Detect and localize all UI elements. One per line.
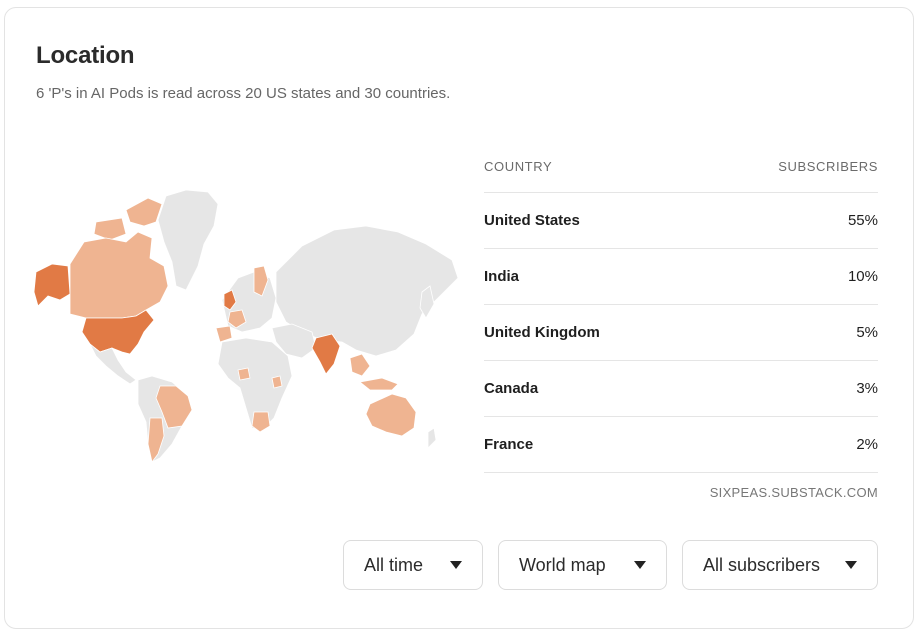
subscriber-share: 10% — [847, 268, 878, 285]
country-name: United Kingdom — [484, 324, 600, 341]
audience-dropdown[interactable]: All subscribers — [682, 540, 878, 590]
table-row: India 10% — [484, 249, 878, 305]
caret-down-icon — [450, 561, 462, 569]
view-type-dropdown[interactable]: World map — [498, 540, 667, 590]
country-name: Canada — [484, 380, 539, 397]
source-label: SIXPEAS.SUBSTACK.COM — [709, 485, 878, 500]
map-region-greenland[interactable] — [157, 189, 219, 291]
map-region-canada-islands[interactable] — [125, 197, 163, 227]
subscribers-column-header: SUBSCRIBERS — [778, 158, 878, 174]
map-region-canada[interactable] — [69, 231, 169, 319]
map-region-southeast-asia[interactable] — [349, 353, 371, 377]
country-name: United States — [484, 212, 580, 229]
country-table: COUNTRY SUBSCRIBERS United States 55% In… — [484, 140, 878, 500]
time-range-dropdown[interactable]: All time — [343, 540, 483, 590]
card-title: Location — [36, 42, 135, 69]
caret-down-icon — [845, 561, 857, 569]
map-region-india[interactable] — [311, 333, 341, 375]
map-region-south-africa[interactable] — [251, 411, 271, 433]
time-range-value: All time — [364, 554, 424, 575]
table-row: France 2% — [484, 417, 878, 473]
audience-value: All subscribers — [703, 554, 821, 575]
caret-down-icon — [634, 561, 646, 569]
table-row: United Kingdom 5% — [484, 305, 878, 361]
country-column-header: COUNTRY — [484, 158, 553, 174]
card-subtitle: 6 'P's in AI Pods is read across 20 US s… — [36, 85, 451, 102]
table-row: United States 55% — [484, 193, 878, 249]
world-map[interactable] — [26, 182, 466, 472]
map-region-australia[interactable] — [365, 393, 417, 437]
subscriber-share: 5% — [856, 324, 878, 341]
table-header: COUNTRY SUBSCRIBERS — [484, 140, 878, 193]
view-type-value: World map — [519, 554, 606, 575]
map-region-canada-islands-2[interactable] — [93, 217, 127, 241]
table-row: Canada 3% — [484, 361, 878, 417]
country-name: France — [484, 436, 534, 453]
subscriber-share: 55% — [847, 212, 878, 229]
map-region-alaska[interactable] — [33, 263, 71, 307]
map-region-iberia[interactable] — [215, 325, 233, 343]
world-map-svg — [33, 189, 459, 463]
country-name: India — [484, 268, 520, 285]
map-region-kenya[interactable] — [271, 375, 283, 389]
map-region-indonesia[interactable] — [359, 377, 399, 391]
map-region-new-zealand[interactable] — [427, 427, 437, 449]
subscriber-share: 2% — [856, 436, 878, 453]
map-region-nigeria[interactable] — [237, 367, 251, 381]
subscriber-share: 3% — [856, 380, 878, 397]
